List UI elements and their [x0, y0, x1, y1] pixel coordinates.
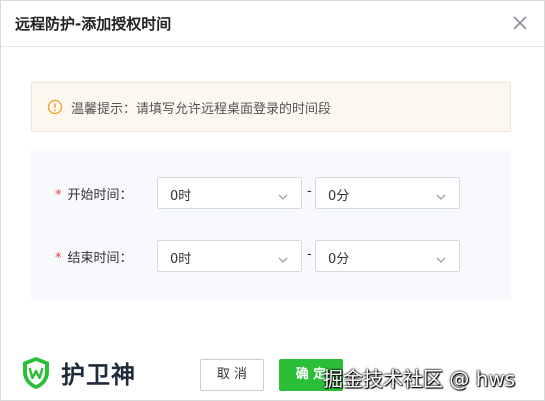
- info-circle-icon: [47, 99, 63, 115]
- time-form: * 开始时间： 0时 - 0分 * 结束时间： 0时 - 0分: [31, 149, 511, 301]
- tip-banner: 温馨提示：请填写允许远程桌面登录的时间段: [31, 82, 511, 132]
- dialog-title: 远程防护-添加授权时间: [15, 15, 172, 33]
- end-hour-select[interactable]: 0时: [157, 240, 302, 272]
- end-minute-select[interactable]: 0分: [315, 240, 460, 272]
- time-separator: -: [307, 184, 312, 199]
- chevron-down-icon: [435, 251, 447, 263]
- end-time-row: * 结束时间： 0时 - 0分: [31, 240, 511, 272]
- start-minute-select[interactable]: 0分: [315, 177, 460, 209]
- end-minute-value: 0分: [328, 252, 350, 267]
- cancel-button[interactable]: 取 消: [200, 359, 264, 391]
- start-hour-value: 0时: [170, 189, 192, 204]
- start-time-row: * 开始时间： 0时 - 0分: [31, 177, 511, 209]
- start-hour-select[interactable]: 0时: [157, 177, 302, 209]
- end-hour-value: 0时: [170, 252, 192, 267]
- end-time-label: * 结束时间：: [55, 251, 133, 266]
- start-minute-value: 0分: [328, 189, 350, 204]
- required-mark: *: [55, 188, 62, 203]
- required-mark: *: [55, 251, 62, 266]
- dialog-footer: 护卫神 取 消 确 定 掘金技术社区 @ hws: [1, 341, 544, 401]
- chevron-down-icon: [277, 251, 289, 263]
- start-time-label: * 开始时间：: [55, 188, 133, 203]
- chevron-down-icon: [435, 188, 447, 200]
- chevron-down-icon: [277, 188, 289, 200]
- dialog-header: 远程防护-添加授权时间: [1, 1, 544, 47]
- brand-name: 护卫神: [61, 361, 136, 389]
- watermark: 掘金技术社区 @ hws: [323, 367, 516, 391]
- tip-text: 温馨提示：请填写允许远程桌面登录的时间段: [71, 102, 332, 117]
- shield-logo-icon: [21, 356, 51, 390]
- close-icon[interactable]: [508, 11, 532, 35]
- time-separator: -: [307, 247, 312, 262]
- dialog: 远程防护-添加授权时间 温馨提示：请填写允许远程桌面登录的时间段 * 开始时间： …: [0, 0, 545, 401]
